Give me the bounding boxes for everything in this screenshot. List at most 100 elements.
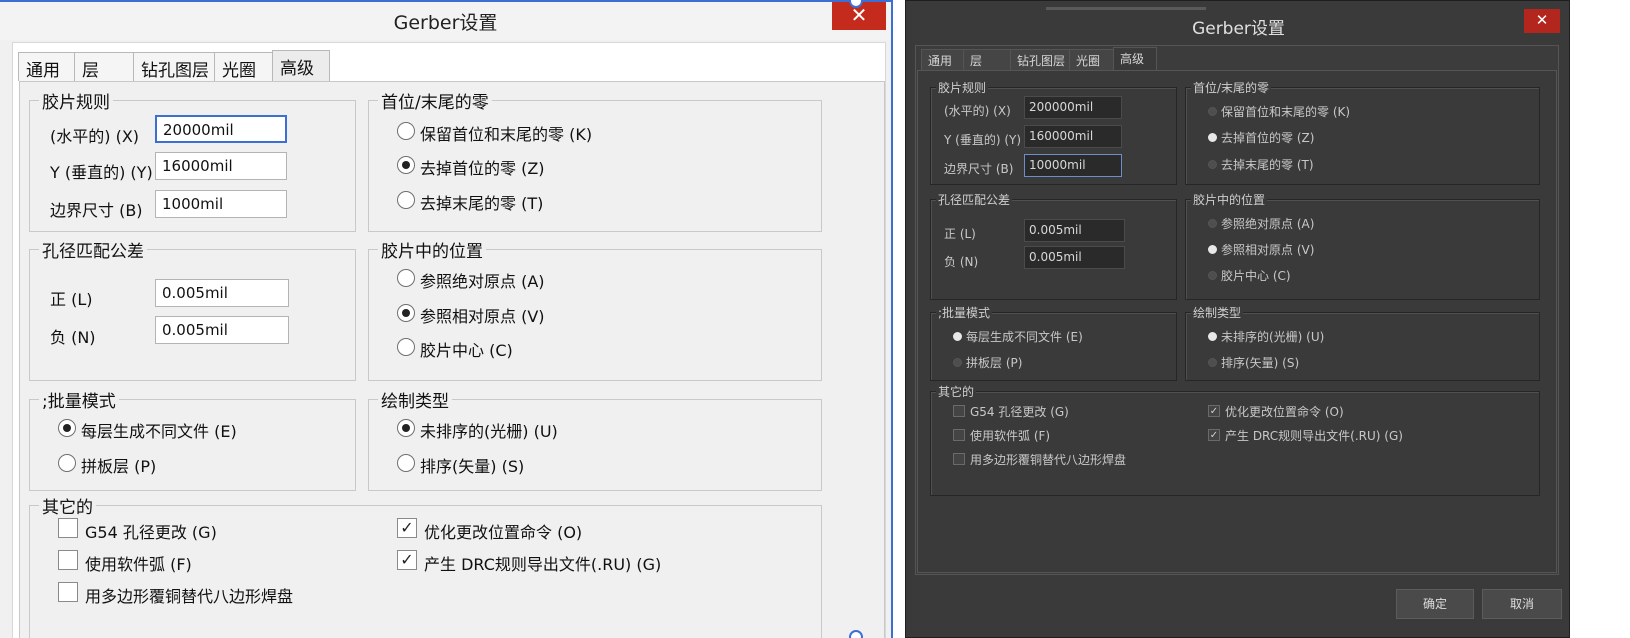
x-input[interactable]: 20000mil bbox=[155, 115, 287, 143]
radio-label: 拼板层 (P) bbox=[966, 356, 1023, 370]
radio-label: 未排序的(光栅) (U) bbox=[420, 422, 558, 441]
radio-sorted-vector[interactable] bbox=[1208, 358, 1217, 367]
group-title: 绘制类型 bbox=[1191, 304, 1244, 321]
checkbox-polygon-pads[interactable] bbox=[953, 453, 965, 465]
title-bar-strip bbox=[1046, 7, 1206, 10]
x-input[interactable]: 200000mil bbox=[1024, 96, 1122, 119]
dialog-body: 通用 层 钻孔图层 光圈 高级 胶片规则 (水平的) (X) 200000mil… bbox=[915, 45, 1559, 575]
tab-layers[interactable]: 层 bbox=[963, 49, 1011, 70]
radio-remove-leading[interactable] bbox=[1208, 133, 1217, 142]
film-position-group: 胶片中的位置 参照绝对原点 (A) 参照相对原点 (V) 胶片中心 (C) bbox=[1185, 191, 1540, 300]
close-button[interactable]: ✕ bbox=[1524, 9, 1560, 33]
plus-input[interactable]: 0.005mil bbox=[155, 279, 289, 307]
checkbox-g54[interactable] bbox=[58, 518, 78, 538]
radio-keep-zeros[interactable] bbox=[397, 122, 415, 140]
y-input[interactable]: 16000mil bbox=[155, 152, 287, 180]
dialog-title: Gerber设置 bbox=[393, 12, 498, 34]
checkbox-optimize-position[interactable]: ✓ bbox=[397, 518, 417, 538]
radio-film-center[interactable] bbox=[1208, 271, 1217, 280]
tab-drill-layers[interactable]: 钻孔图层 bbox=[133, 52, 215, 81]
dialog-body: 通用 层 钻孔图层 光圈 高级 胶片规则 (水平的) (X) 20000mil … bbox=[12, 42, 886, 638]
checkbox-drc-export[interactable]: ✓ bbox=[397, 550, 417, 570]
radio-remove-leading[interactable] bbox=[397, 156, 415, 174]
group-title: 孔径匹配公差 bbox=[39, 237, 147, 262]
film-rules-group: 胶片规则 (水平的) (X) 20000mil Y (垂直的) (Y) 1600… bbox=[29, 88, 356, 232]
checkbox-drc-export[interactable]: ✓ bbox=[1208, 429, 1220, 441]
tab-advanced[interactable]: 高级 bbox=[272, 50, 330, 81]
ok-button[interactable]: 确定 bbox=[1396, 589, 1474, 619]
checkbox-software-arc[interactable] bbox=[953, 429, 965, 441]
radio-unsorted-raster[interactable] bbox=[397, 419, 415, 437]
radio-remove-trailing[interactable] bbox=[1208, 160, 1217, 169]
tab-general[interactable]: 通用 bbox=[18, 52, 75, 81]
title-bar[interactable]: Gerber设置 ✕ bbox=[0, 2, 891, 40]
minus-input[interactable]: 0.005mil bbox=[1024, 246, 1125, 269]
radio-relative-origin[interactable] bbox=[397, 304, 415, 322]
batch-mode-group: ;批量模式 每层生成不同文件 (E) 拼板层 (P) bbox=[29, 387, 356, 491]
radio-label: 拼板层 (P) bbox=[81, 457, 157, 476]
tab-drill-layers[interactable]: 钻孔图层 bbox=[1010, 49, 1070, 70]
zeros-group: 首位/末尾的零 保留首位和末尾的零 (K) 去掉首位的零 (Z) 去掉末尾的零 … bbox=[1185, 79, 1540, 185]
checkbox-g54[interactable] bbox=[953, 405, 965, 417]
border-input[interactable]: 10000mil bbox=[1024, 154, 1122, 177]
group-title: 胶片规则 bbox=[936, 79, 989, 96]
radio-separate-files[interactable] bbox=[58, 419, 76, 437]
border-input[interactable]: 1000mil bbox=[155, 190, 287, 218]
plus-label: 正 (L) bbox=[944, 227, 976, 241]
checkbox-label: 使用软件弧 (F) bbox=[970, 429, 1051, 443]
checkbox-label: 用多边形覆铜替代八边形焊盘 bbox=[85, 587, 294, 606]
radio-label: 去掉首位的零 (Z) bbox=[420, 159, 545, 178]
radio-label: 去掉末尾的零 (T) bbox=[1221, 158, 1314, 172]
radio-film-center[interactable] bbox=[397, 338, 415, 356]
tab-general[interactable]: 通用 bbox=[921, 49, 964, 70]
minus-label: 负 (N) bbox=[944, 255, 979, 269]
radio-absolute-origin[interactable] bbox=[1208, 219, 1217, 228]
checkbox-label: G54 孔径更改 (G) bbox=[85, 523, 217, 542]
checkbox-label: 产生 DRC规则导出文件(.RU) (G) bbox=[424, 555, 662, 574]
tab-apertures[interactable]: 光圈 bbox=[214, 52, 273, 81]
other-group: 其它的 G54 孔径更改 (G) 使用软件弧 (F) 用多边形覆铜替代八边形焊盘… bbox=[29, 493, 822, 638]
checkbox-label: 产生 DRC规则导出文件(.RU) (G) bbox=[1225, 429, 1403, 443]
group-title: 首位/末尾的零 bbox=[378, 88, 492, 113]
plot-type-group: 绘制类型 未排序的(光栅) (U) 排序(矢量) (S) bbox=[368, 387, 822, 491]
film-position-group: 胶片中的位置 参照绝对原点 (A) 参照相对原点 (V) 胶片中心 (C) bbox=[368, 237, 822, 381]
tab-advanced[interactable]: 高级 bbox=[1113, 47, 1157, 70]
border-label: 边界尺寸 (B) bbox=[50, 201, 143, 220]
dialog-title: Gerber设置 bbox=[1192, 19, 1285, 39]
radio-label: 保留首位和末尾的零 (K) bbox=[420, 125, 593, 144]
radio-relative-origin[interactable] bbox=[1208, 245, 1217, 254]
y-label: Y (垂直的) (Y) bbox=[50, 163, 153, 182]
radio-keep-zeros[interactable] bbox=[1208, 107, 1217, 116]
resize-handle[interactable] bbox=[849, 630, 863, 638]
checkbox-polygon-pads[interactable] bbox=[58, 582, 78, 602]
aperture-tolerance-group: 孔径匹配公差 正 (L) 0.005mil 负 (N) 0.005mil bbox=[29, 237, 356, 381]
radio-remove-trailing[interactable] bbox=[397, 191, 415, 209]
other-group: 其它的 G54 孔径更改 (G) 使用软件弧 (F) 用多边形覆铜替代八边形焊盘… bbox=[930, 383, 1540, 496]
checkbox-label: 优化更改位置命令 (O) bbox=[1225, 405, 1344, 419]
plus-input[interactable]: 0.005mil bbox=[1024, 219, 1125, 242]
y-input[interactable]: 160000mil bbox=[1024, 125, 1122, 148]
zeros-group: 首位/末尾的零 保留首位和末尾的零 (K) 去掉首位的零 (Z) 去掉末尾的零 … bbox=[368, 88, 822, 232]
group-title: 胶片规则 bbox=[39, 88, 113, 113]
batch-mode-group: ;批量模式 每层生成不同文件 (E) 拼板层 (P) bbox=[930, 304, 1177, 381]
radio-separate-files[interactable] bbox=[953, 332, 962, 341]
gerber-settings-dialog-light: Gerber设置 ✕ 通用 层 钻孔图层 光圈 高级 胶片规则 (水平的) (X… bbox=[0, 0, 893, 638]
cancel-button[interactable]: 取消 bbox=[1482, 589, 1562, 619]
radio-label: 去掉末尾的零 (T) bbox=[420, 194, 544, 213]
radio-label: 未排序的(光栅) (U) bbox=[1221, 330, 1325, 344]
radio-panelize[interactable] bbox=[58, 454, 76, 472]
radio-absolute-origin[interactable] bbox=[397, 269, 415, 287]
tab-apertures[interactable]: 光圈 bbox=[1069, 49, 1114, 70]
minus-input[interactable]: 0.005mil bbox=[155, 316, 289, 344]
advanced-page: 胶片规则 (水平的) (X) 20000mil Y (垂直的) (Y) 1600… bbox=[19, 81, 885, 638]
checkbox-label: 优化更改位置命令 (O) bbox=[424, 523, 583, 542]
checkbox-optimize-position[interactable]: ✓ bbox=[1208, 405, 1220, 417]
radio-panelize[interactable] bbox=[953, 358, 962, 367]
minus-label: 负 (N) bbox=[50, 328, 96, 347]
radio-unsorted-raster[interactable] bbox=[1208, 332, 1217, 341]
tab-layers[interactable]: 层 bbox=[74, 52, 134, 81]
border-label: 边界尺寸 (B) bbox=[944, 162, 1014, 176]
x-label: (水平的) (X) bbox=[944, 104, 1011, 118]
checkbox-software-arc[interactable] bbox=[58, 550, 78, 570]
radio-sorted-vector[interactable] bbox=[397, 454, 415, 472]
